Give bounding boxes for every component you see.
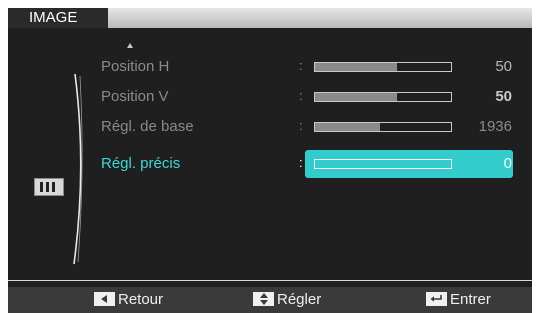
menu-item-base-adjust[interactable]: Régl. de base : 1936 xyxy=(8,113,532,141)
up-down-arrow-key-icon xyxy=(253,292,274,307)
menu-item-value: 1936 xyxy=(478,118,512,135)
separator: : xyxy=(299,58,303,73)
slider-fill xyxy=(315,93,397,101)
menu-title: IMAGE xyxy=(8,8,108,28)
enter-key-icon xyxy=(426,292,447,307)
menu-item-value: 0 xyxy=(503,155,512,172)
slider-fill xyxy=(315,63,397,71)
slider-track[interactable] xyxy=(314,159,452,169)
enter-label: Entrer xyxy=(450,291,491,308)
back-label: Retour xyxy=(118,291,164,308)
separator: : xyxy=(299,118,303,133)
scroll-up-arrow-icon[interactable] xyxy=(127,43,133,48)
back-button[interactable]: Retour xyxy=(94,291,163,308)
osd-window: IMAGE Position H : 50 Position V : 50 Ré… xyxy=(8,8,532,313)
menu-panel: Position H : 50 Position V : 50 Régl. de… xyxy=(8,28,532,281)
slider-track[interactable] xyxy=(314,122,452,132)
menu-item-label: Régl. de base xyxy=(101,118,194,135)
left-arrow-key-icon xyxy=(94,292,115,307)
menu-item-value: 50 xyxy=(495,58,512,75)
separator: : xyxy=(299,155,303,170)
title-bar: IMAGE xyxy=(8,8,532,28)
image-category-icon xyxy=(34,178,64,196)
menu-item-label: Régl. précis xyxy=(101,155,181,172)
menu-item-label: Position V xyxy=(101,88,169,105)
menu-item-position-h[interactable]: Position H : 50 xyxy=(8,53,532,81)
separator: : xyxy=(299,88,303,103)
menu-item-fine-adjust[interactable]: Régl. précis : 0 xyxy=(8,150,532,178)
menu-item-position-v[interactable]: Position V : 50 xyxy=(8,83,532,111)
menu-item-label: Position H xyxy=(101,58,170,75)
footer-bar: Retour Régler Entrer xyxy=(8,287,532,313)
enter-button[interactable]: Entrer xyxy=(426,291,491,308)
slider-track[interactable] xyxy=(314,92,452,102)
slider-fill xyxy=(315,123,381,131)
menu-item-value: 50 xyxy=(495,88,512,105)
adjust-label: Régler xyxy=(277,291,322,308)
adjust-button[interactable]: Régler xyxy=(253,291,321,308)
slider-track[interactable] xyxy=(314,62,452,72)
